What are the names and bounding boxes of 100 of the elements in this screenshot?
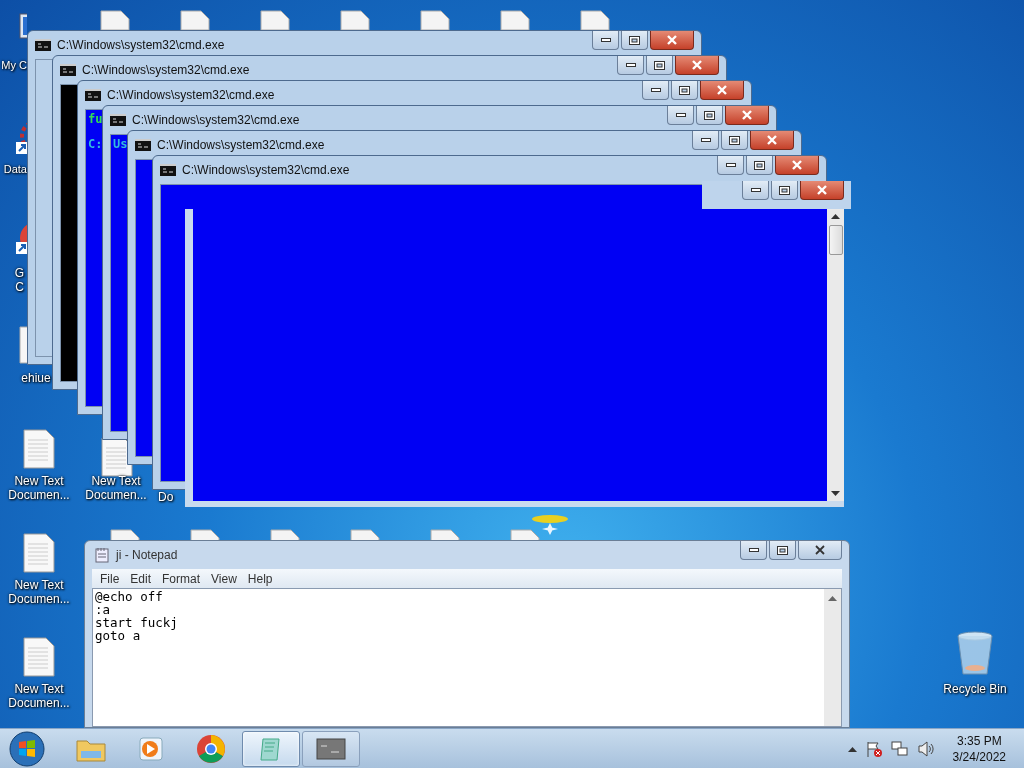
console-icon (35, 39, 51, 51)
menu-item[interactable]: Help (243, 571, 280, 586)
maximize-icon (654, 60, 665, 70)
maximize-button[interactable] (746, 156, 773, 175)
menu-item[interactable]: Edit (126, 571, 159, 586)
text-area[interactable]: @echo off :a start fuckj goto a (92, 588, 842, 727)
show-hidden-icons-icon[interactable] (847, 745, 857, 752)
close-icon (816, 185, 828, 195)
close-icon (791, 160, 803, 170)
console-text: C: (88, 137, 103, 151)
icon-label: New Text Documen... (7, 682, 71, 710)
maximize-button[interactable] (671, 81, 698, 100)
window-title: C:\Windows\system32\cmd.exe (57, 38, 225, 52)
minimize-icon (675, 113, 686, 117)
start-button[interactable] (8, 729, 46, 768)
icon-label: New Text Documen... (7, 474, 71, 502)
maximize-button[interactable] (721, 131, 748, 150)
close-icon (766, 135, 778, 145)
maximize-button[interactable] (646, 56, 673, 75)
close-button[interactable] (750, 131, 794, 150)
console-icon (85, 89, 101, 101)
console-icon (135, 139, 151, 151)
window-title: C:\Windows\system32\cmd.exe (182, 163, 350, 177)
taskbar-button[interactable] (302, 730, 360, 767)
icon-label: New Text Documen... (7, 578, 71, 606)
window-title: C:\Windows\system32\cmd.exe (157, 138, 325, 152)
close-icon (814, 545, 826, 555)
console-icon (316, 737, 346, 760)
scrollbar[interactable] (827, 209, 844, 501)
maximize-icon (729, 135, 740, 145)
console-text: Us (113, 137, 128, 151)
scroll-thumb[interactable] (828, 225, 843, 255)
close-button[interactable] (650, 31, 694, 50)
console-icon (60, 64, 76, 76)
text-file-icon[interactable] (22, 532, 56, 574)
clock[interactable]: 3:35 PM 3/24/2022 (952, 732, 1006, 765)
icon-label: Data (2, 162, 27, 176)
close-button[interactable] (725, 106, 769, 125)
minimize-button[interactable] (667, 106, 694, 125)
maximize-icon (777, 545, 788, 555)
console-icon (160, 164, 176, 176)
minimize-button[interactable] (717, 156, 744, 175)
minimize-button[interactable] (642, 81, 669, 100)
minimize-icon (600, 38, 611, 42)
text-line: start fuckj (95, 616, 179, 629)
menu-item[interactable]: File (96, 571, 127, 586)
text-file-icon[interactable] (22, 636, 56, 678)
scroll-down-icon[interactable] (831, 491, 840, 497)
console-text: fu (88, 112, 103, 126)
minimize-button[interactable] (692, 131, 719, 150)
minimize-icon (750, 188, 761, 192)
maximize-icon (704, 110, 715, 120)
window-title: C:\Windows\system32\cmd.exe (82, 63, 250, 77)
maximize-button[interactable] (769, 541, 796, 560)
close-icon (666, 35, 678, 45)
close-button[interactable] (800, 181, 844, 200)
minimize-button[interactable] (740, 541, 767, 560)
minimize-icon (748, 548, 759, 552)
maximize-icon (779, 185, 790, 195)
flag-icon[interactable] (864, 739, 883, 758)
volume-icon[interactable] (916, 739, 935, 758)
minimize-button[interactable] (617, 56, 644, 75)
icon-label: G C (13, 266, 26, 294)
icon-label: New Text Documen... (84, 474, 148, 502)
scroll-up-icon[interactable] (831, 213, 840, 219)
close-button[interactable] (675, 56, 719, 75)
minimize-icon (625, 63, 636, 67)
text-line: @echo off (95, 590, 164, 603)
recycle-bin-icon[interactable] (955, 630, 995, 678)
minimize-icon (700, 138, 711, 142)
window-title: C:\Windows\system32\cmd.exe (107, 88, 275, 102)
text-line: :a (95, 603, 111, 616)
minimize-button[interactable] (742, 181, 769, 200)
maximize-button[interactable] (696, 106, 723, 125)
icon-label: Do (158, 490, 175, 504)
minimize-icon (725, 163, 736, 167)
close-button[interactable] (798, 541, 842, 560)
window-title: ji - Notepad (116, 548, 178, 562)
icon-label: ehiue (21, 371, 51, 385)
close-button[interactable] (775, 156, 819, 175)
taskbar-button[interactable] (242, 730, 300, 767)
close-button[interactable] (700, 81, 744, 100)
close-icon (741, 110, 753, 120)
minimize-button[interactable] (592, 31, 619, 50)
menu-item[interactable]: Format (158, 571, 208, 586)
scrollbar[interactable] (824, 589, 841, 726)
text-line: goto a (95, 629, 141, 642)
network-icon[interactable] (890, 739, 909, 758)
clock-date: 3/24/2022 (952, 748, 1006, 765)
scroll-up-icon[interactable] (828, 595, 837, 601)
maximize-icon (679, 85, 690, 95)
text-file-icon[interactable] (22, 428, 56, 470)
console-icon (110, 114, 126, 126)
maximize-icon (754, 160, 765, 170)
clock-time: 3:35 PM (956, 732, 1002, 749)
close-icon (716, 85, 728, 95)
media-player-icon (137, 734, 165, 763)
maximize-button[interactable] (621, 31, 648, 50)
menu-item[interactable]: View (207, 571, 244, 586)
maximize-button[interactable] (771, 181, 798, 200)
